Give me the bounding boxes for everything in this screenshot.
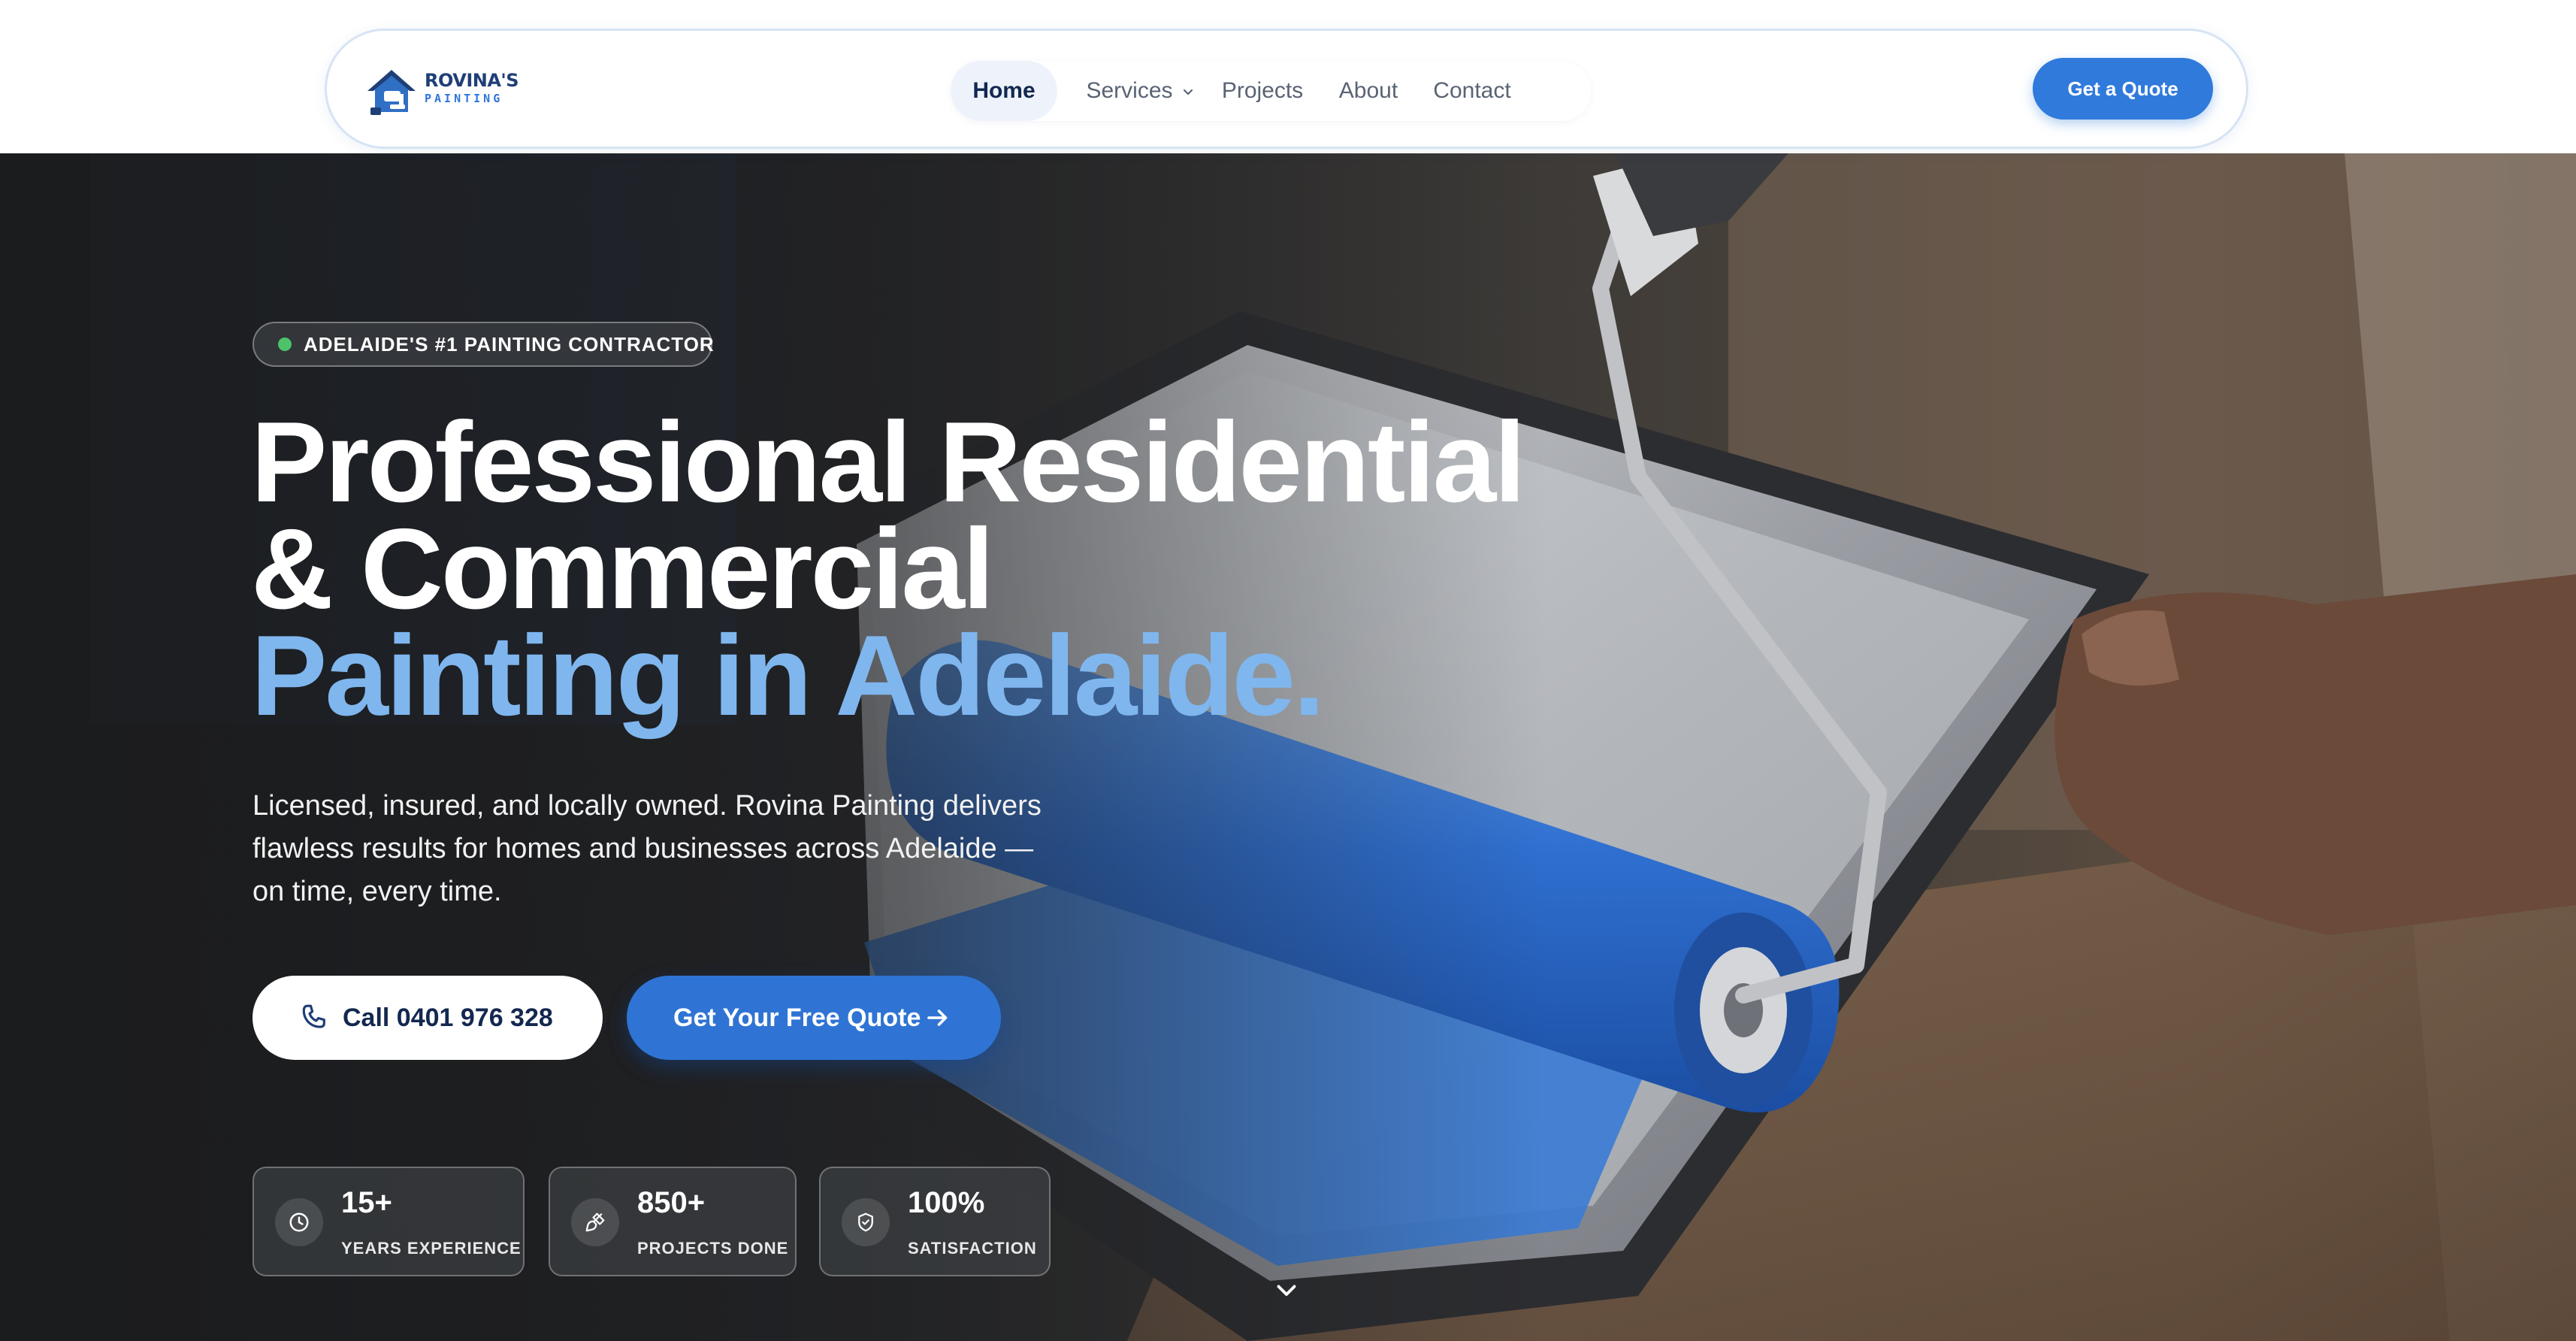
navbar: ROVINA'S PAINTING Home Services Projects… [325,29,2248,149]
call-button-label: Call 0401 976 328 [343,1003,553,1032]
phone-icon [302,1004,325,1028]
headline-line-2: & Commercial [251,505,994,633]
stat-value: 850+ [637,1186,706,1219]
hero-section: ADELAIDE'S #1 PAINTING CONTRACTOR Profes… [0,153,2576,1341]
arrow-right-icon [927,1010,948,1026]
stat-label: PROJECTS DONE [637,1239,789,1258]
hero-headline: Professional Residential & Commercial Pa… [251,398,1528,740]
clock-icon [289,1212,309,1232]
nav-item-home[interactable]: Home [951,61,1057,121]
stat-label: SATISFACTION [908,1239,1037,1258]
status-dot [278,338,292,351]
stat-value: 100% [908,1186,985,1219]
free-quote-button[interactable]: Get Your Free Quote [627,976,1001,1060]
chevron-down-icon [1183,89,1193,95]
headline-line-3: Painting in Adelaide. [251,612,1325,740]
page: ROVINA'S PAINTING Home Services Projects… [0,0,2576,1341]
paintbrush-icon [585,1212,605,1232]
shield-check-icon [858,1212,873,1232]
nav-item-services-label: Services [1086,78,1173,103]
nav-item-services[interactable]: Services [1075,61,1206,121]
stat-card-projects: 850+ PROJECTS DONE [549,1167,797,1276]
nav-item-projects[interactable]: Projects [1214,61,1311,121]
headline-line-1: Professional Residential [251,398,1525,526]
brand-wordmark: ROVINA'S PAINTING [425,71,519,104]
stat-card-experience: 15+ YEARS EXPERIENCE [252,1167,525,1276]
hero-badge: ADELAIDE'S #1 PAINTING CONTRACTOR [252,322,715,367]
nav-menu: Home Services Projects About Contact [951,61,1591,121]
stat-icon-background [275,1198,323,1246]
stat-value: 15+ [341,1186,392,1219]
scroll-down-chevron-icon[interactable] [1273,1276,1300,1303]
hero-badge-text: ADELAIDE'S #1 PAINTING CONTRACTOR [304,333,715,356]
call-phone-button[interactable]: Call 0401 976 328 [252,976,603,1060]
nav-item-about[interactable]: About [1326,61,1410,121]
free-quote-button-label: Get Your Free Quote [673,1003,921,1032]
brand-subtitle: PAINTING [425,92,503,105]
nav-item-contact[interactable]: Contact [1423,61,1522,121]
stat-icon-background [571,1198,619,1246]
brand-logo[interactable]: ROVINA'S PAINTING [364,65,519,118]
stat-icon-background [842,1198,890,1246]
get-a-quote-button[interactable]: Get a Quote [2033,58,2213,120]
hero-lead-text: Licensed, insured, and locally owned. Ro… [252,790,1042,907]
stat-card-satisfaction: 100% SATISFACTION [819,1167,1051,1276]
stat-label: YEARS EXPERIENCE [341,1239,522,1258]
brand-title: ROVINA'S [425,70,519,91]
house-paint-roller-icon [367,70,416,115]
